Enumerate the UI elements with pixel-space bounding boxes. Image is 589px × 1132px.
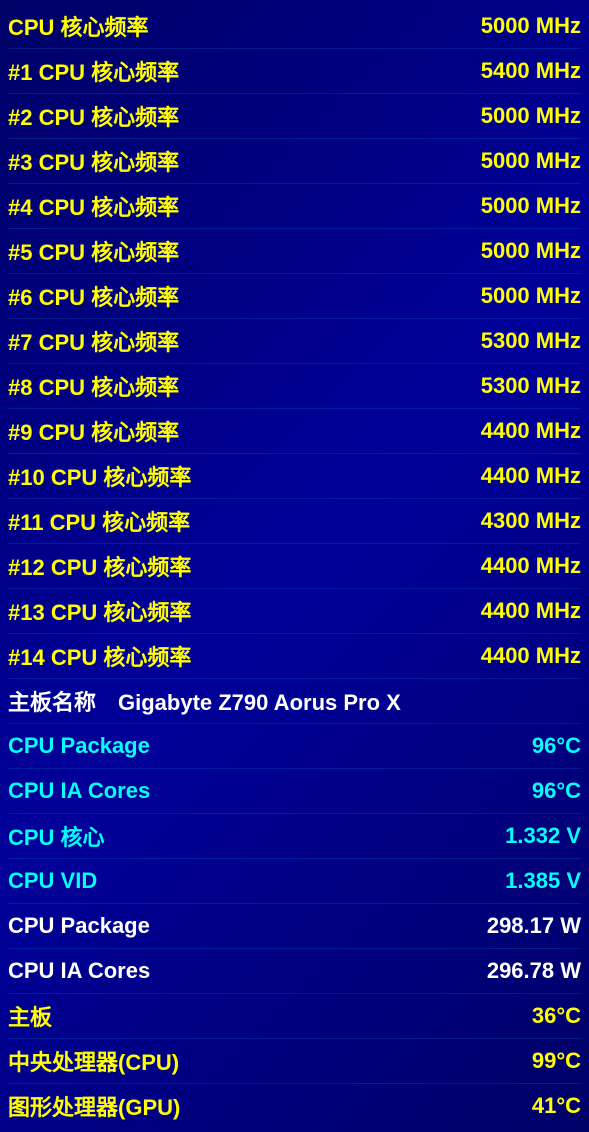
row-value: 4400 MHz <box>481 553 581 579</box>
row-label: #2 CPU 核心频率 <box>8 100 179 132</box>
row-value: 4400 MHz <box>481 463 581 489</box>
row-label: #13 CPU 核心频率 <box>8 595 191 627</box>
row-label: #11 CPU 核心频率 <box>8 505 190 537</box>
row-value: 298.17 W <box>487 913 581 939</box>
row-label: CPU IA Cores <box>8 778 150 804</box>
row-value: 5300 MHz <box>481 373 581 399</box>
row-value: 5000 MHz <box>481 103 581 129</box>
table-row: #1 CPU 核心频率 5400 MHz <box>0 49 589 93</box>
row-label: #7 CPU 核心频率 <box>8 325 179 357</box>
row-label: #10 CPU 核心频率 <box>8 460 191 492</box>
table-row: #3 CPU 核心频率 5000 MHz <box>0 139 589 183</box>
row-value: 36°C <box>532 1003 581 1029</box>
table-row: #6 CPU 核心频率 5000 MHz <box>0 274 589 318</box>
row-label: #8 CPU 核心频率 <box>8 370 179 402</box>
row-label: #9 CPU 核心频率 <box>8 415 179 447</box>
row-label: 图形处理器(GPU) <box>8 1090 180 1122</box>
table-row: CPU 核心频率 5000 MHz <box>0 4 589 48</box>
row-value: 5000 MHz <box>481 193 581 219</box>
table-row: 主板 36°C <box>0 994 589 1038</box>
row-value: 1.385 V <box>505 868 581 894</box>
table-row: #4 CPU 核心频率 5000 MHz <box>0 184 589 228</box>
table-row: #9 CPU 核心频率 4400 MHz <box>0 409 589 453</box>
row-value: 5000 MHz <box>481 13 581 39</box>
row-label: #3 CPU 核心频率 <box>8 145 179 177</box>
table-row: #10 CPU 核心频率 4400 MHz <box>0 454 589 498</box>
row-label: CPU Package <box>8 733 150 759</box>
row-label: 主板名称 Gigabyte Z790 Aorus Pro X <box>8 685 401 717</box>
table-row: CPU 核心 1.332 V <box>0 814 589 858</box>
row-value: 99°C <box>532 1048 581 1074</box>
row-label: CPU VID <box>8 868 97 894</box>
row-value: 96°C <box>532 733 581 759</box>
row-value: 4400 MHz <box>481 598 581 624</box>
row-label: 主板 <box>8 1000 52 1032</box>
table-row: #14 CPU 核心频率 4400 MHz <box>0 634 589 678</box>
row-value: 296.78 W <box>487 958 581 984</box>
table-row: #12 CPU 核心频率 4400 MHz <box>0 544 589 588</box>
row-value: 5400 MHz <box>481 58 581 84</box>
table-row: 图形处理器(GPU) 41°C <box>0 1084 589 1128</box>
main-content: CPU 核心频率 5000 MHz #1 CPU 核心频率 5400 MHz #2 CP… <box>0 0 589 1132</box>
row-label: CPU 核心频率 <box>8 10 149 42</box>
table-row: CPU Package 96°C <box>0 724 589 768</box>
row-value: 96°C <box>532 778 581 804</box>
row-value: 41°C <box>532 1093 581 1119</box>
table-row: #11 CPU 核心频率 4300 MHz <box>0 499 589 543</box>
row-value: 4300 MHz <box>481 508 581 534</box>
row-value: 5000 MHz <box>481 238 581 264</box>
row-label: #6 CPU 核心频率 <box>8 280 179 312</box>
row-label: #12 CPU 核心频率 <box>8 550 191 582</box>
table-row: #8 CPU 核心频率 5300 MHz <box>0 364 589 408</box>
row-value: 5000 MHz <box>481 283 581 309</box>
table-row: #13 CPU 核心频率 4400 MHz <box>0 589 589 633</box>
table-row: #5 CPU 核心频率 5000 MHz <box>0 229 589 273</box>
row-label: #14 CPU 核心频率 <box>8 640 191 672</box>
row-label: CPU Package <box>8 913 150 939</box>
table-row: CPU VID 1.385 V <box>0 859 589 903</box>
row-label: #5 CPU 核心频率 <box>8 235 179 267</box>
table-row: #7 CPU 核心频率 5300 MHz <box>0 319 589 363</box>
row-value: 4400 MHz <box>481 643 581 669</box>
row-value: 4400 MHz <box>481 418 581 444</box>
table-row: 主板名称 Gigabyte Z790 Aorus Pro X <box>0 679 589 723</box>
table-row: CPU Package 298.17 W <box>0 904 589 948</box>
row-label: 中央处理器(CPU) <box>8 1045 179 1077</box>
table-row: CPU IA Cores 96°C <box>0 769 589 813</box>
row-label: CPU 核心 <box>8 820 105 852</box>
row-value: 5000 MHz <box>481 148 581 174</box>
table-row: 中央处理器(CPU) 99°C <box>0 1039 589 1083</box>
row-label: #1 CPU 核心频率 <box>8 55 179 87</box>
row-label: #4 CPU 核心频率 <box>8 190 179 222</box>
row-label: CPU IA Cores <box>8 958 150 984</box>
table-row: CPU IA Cores 296.78 W <box>0 949 589 993</box>
table-row: #2 CPU 核心频率 5000 MHz <box>0 94 589 138</box>
row-value: 5300 MHz <box>481 328 581 354</box>
row-value: 1.332 V <box>505 823 581 849</box>
